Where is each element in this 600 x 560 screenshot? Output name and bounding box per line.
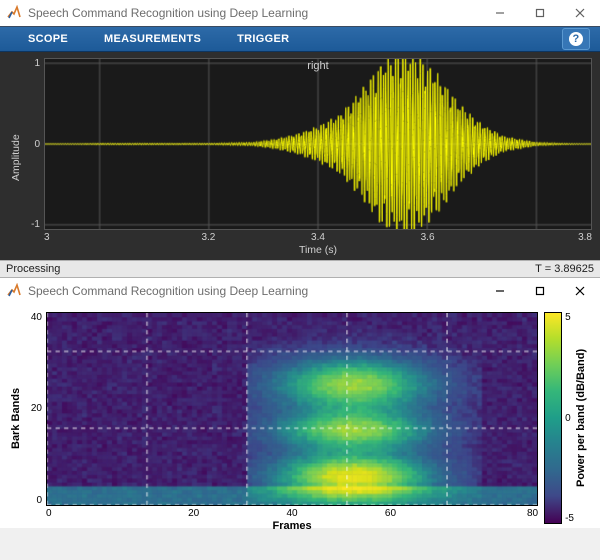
tab-scope[interactable]: SCOPE bbox=[10, 26, 86, 52]
spectrogram-xlabel: Frames bbox=[46, 519, 538, 532]
scope-window-title: Speech Command Recognition using Deep Le… bbox=[28, 6, 480, 20]
colorbar-gradient bbox=[544, 312, 562, 524]
waveform-canvas[interactable] bbox=[44, 58, 592, 230]
matlab-icon bbox=[6, 5, 22, 21]
window-controls bbox=[480, 0, 600, 26]
status-left: Processing bbox=[6, 263, 60, 275]
waveform-xlabel: Time (s) bbox=[44, 243, 592, 258]
waveform-yticks: 1 0 -1 bbox=[24, 58, 44, 230]
scope-plot-panel: Amplitude 1 0 -1 right 3 3.2 3. bbox=[0, 52, 600, 260]
waveform-ylabel: Amplitude bbox=[8, 58, 24, 258]
help-button[interactable]: ? bbox=[562, 28, 590, 50]
scope-statusbar: Processing T = 3.89625 bbox=[0, 260, 600, 278]
status-time: T = 3.89625 bbox=[535, 263, 594, 275]
scope-titlebar[interactable]: Speech Command Recognition using Deep Le… bbox=[0, 0, 600, 26]
help-icon: ? bbox=[569, 32, 583, 46]
spectrogram-panel: Bark Bands 40 20 0 0 20 40 60 bbox=[0, 304, 600, 528]
window-controls bbox=[480, 278, 600, 304]
waveform-title: right bbox=[44, 60, 592, 72]
tab-trigger[interactable]: TRIGGER bbox=[219, 26, 307, 52]
close-button[interactable] bbox=[560, 278, 600, 304]
spectrogram-xticks: 0 20 40 60 80 bbox=[46, 506, 538, 519]
spectrogram-window-title: Speech Command Recognition using Deep Le… bbox=[28, 284, 480, 298]
tab-measurements[interactable]: MEASUREMENTS bbox=[86, 26, 219, 52]
close-button[interactable] bbox=[560, 0, 600, 26]
scope-toolbar: SCOPE MEASUREMENTS TRIGGER ? bbox=[0, 26, 600, 52]
spectrogram-canvas[interactable] bbox=[46, 312, 538, 506]
minimize-button[interactable] bbox=[480, 278, 520, 304]
spectrogram-yticks: 40 20 0 bbox=[24, 312, 46, 506]
maximize-button[interactable] bbox=[520, 278, 560, 304]
scope-window: Speech Command Recognition using Deep Le… bbox=[0, 0, 600, 278]
matlab-icon bbox=[6, 283, 22, 299]
colorbar-ticks: 5 0 -5 bbox=[562, 312, 574, 524]
colorbar: 5 0 -5 Power per band (dB/Band) bbox=[544, 312, 590, 524]
maximize-button[interactable] bbox=[520, 0, 560, 26]
spectrogram-titlebar[interactable]: Speech Command Recognition using Deep Le… bbox=[0, 278, 600, 304]
spectrogram-window: Speech Command Recognition using Deep Le… bbox=[0, 278, 600, 528]
minimize-button[interactable] bbox=[480, 0, 520, 26]
colorbar-label: Power per band (dB/Band) bbox=[574, 312, 590, 524]
spectrogram-ylabel: Bark Bands bbox=[8, 312, 24, 524]
waveform-xticks: 3 3.2 3.4 3.6 3.8 bbox=[44, 230, 592, 243]
